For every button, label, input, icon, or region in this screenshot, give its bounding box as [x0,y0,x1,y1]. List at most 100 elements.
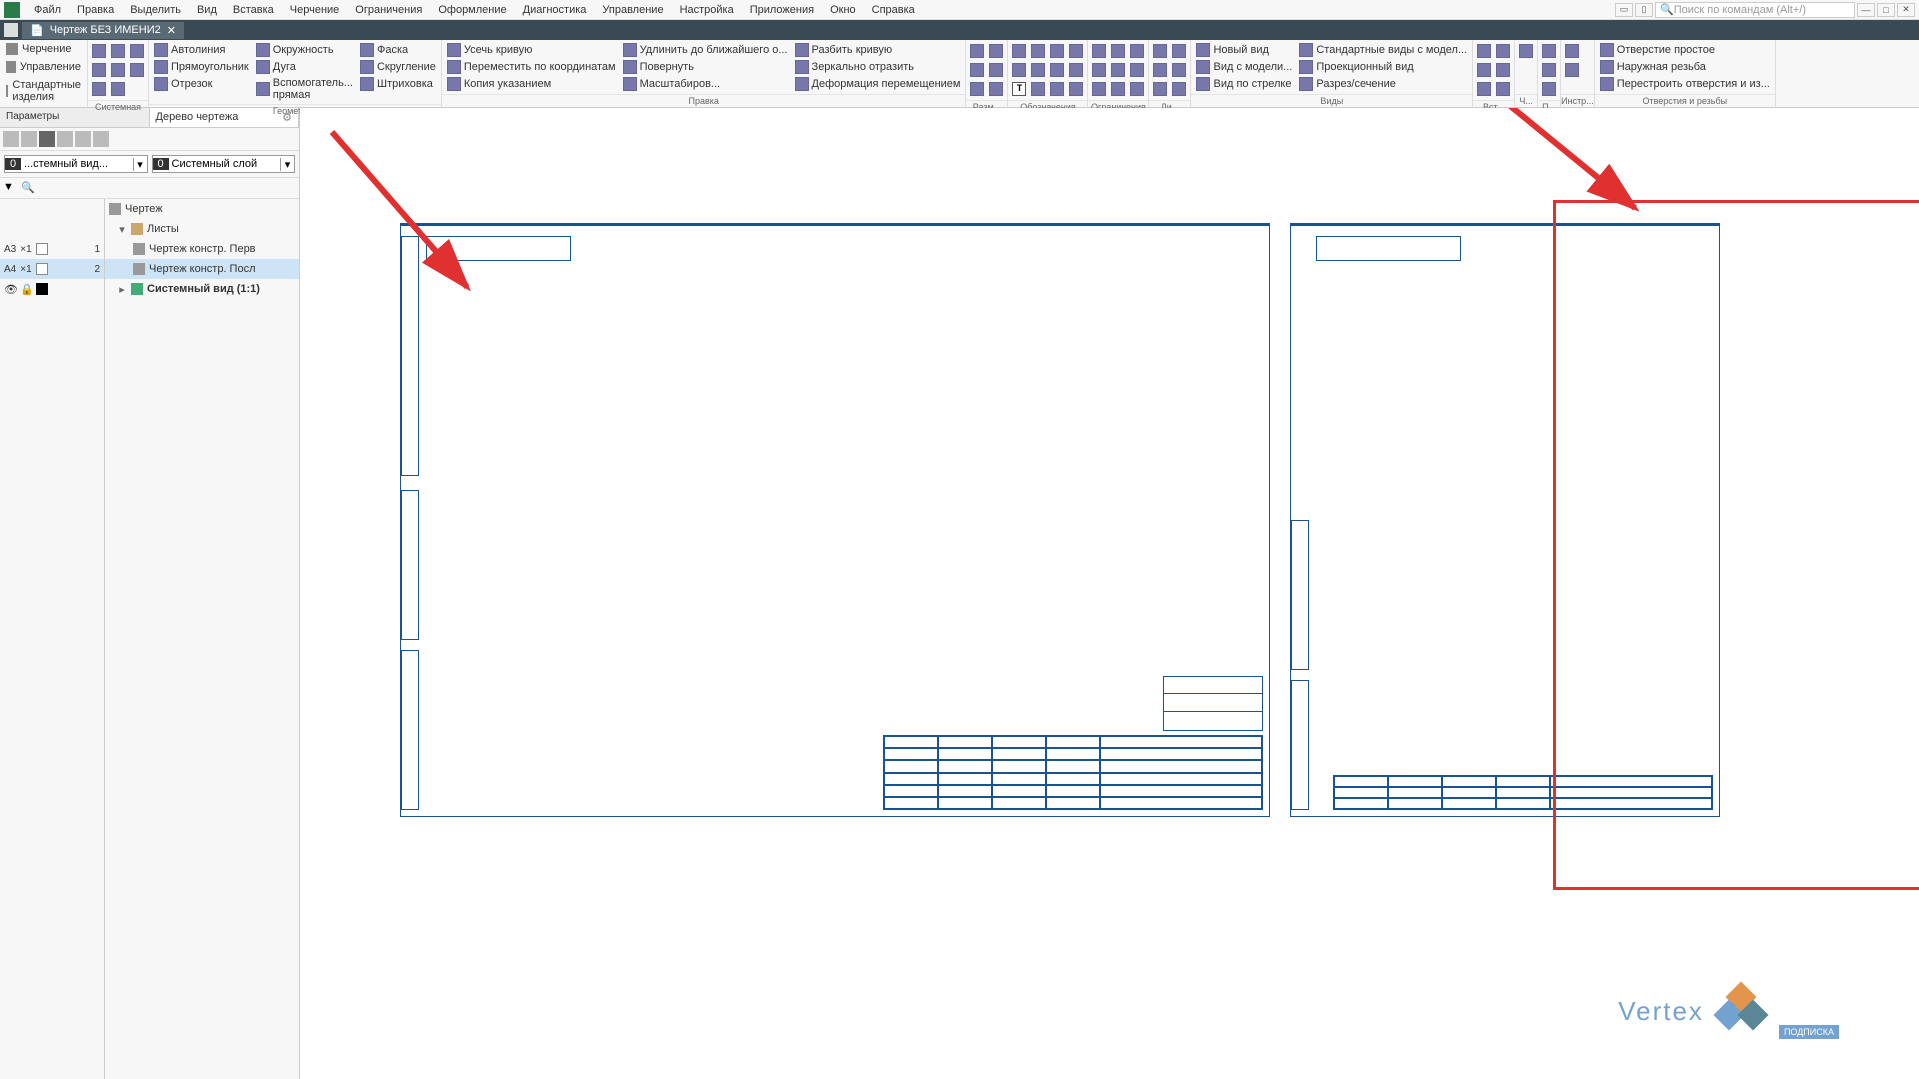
menu-diagnostics[interactable]: Диагностика [515,2,595,18]
collapse-icon[interactable]: ▾ [117,223,127,236]
ann8-button[interactable] [1067,42,1085,60]
a3-title-block[interactable] [883,735,1263,810]
con2-button[interactable] [1090,61,1108,79]
fillet-button[interactable]: Скругление [357,59,439,75]
newview-button[interactable]: Новый вид [1193,42,1295,58]
mode-stdparts[interactable]: Стандартные изделия [0,76,87,106]
color-swatch[interactable] [36,283,48,295]
menu-manage[interactable]: Управление [594,2,671,18]
p2-button[interactable] [1540,61,1558,79]
modelview-button[interactable]: Вид с модели... [1193,59,1295,75]
expand-icon[interactable]: ▸ [117,283,127,296]
con7-button[interactable] [1128,42,1146,60]
ins3-button[interactable] [1475,80,1493,98]
menu-settings[interactable]: Настройка [672,2,742,18]
orientation-checkbox[interactable] [36,263,48,275]
lock-icon[interactable]: 🔒 [20,283,32,295]
save-button[interactable] [109,42,127,60]
dim6-button[interactable] [987,80,1005,98]
tool1-button[interactable] [1563,42,1581,60]
dim3-button[interactable] [968,80,986,98]
menu-insert[interactable]: Вставка [225,2,282,18]
redo-button[interactable] [109,80,127,98]
con8-button[interactable] [1128,61,1146,79]
diag1-button[interactable] [1151,42,1169,60]
menu-window[interactable]: Окно [822,2,864,18]
layout-icon-1[interactable]: ▭ [1615,3,1633,17]
diag2-button[interactable] [1151,61,1169,79]
tool2-button[interactable] [1563,61,1581,79]
open-button[interactable] [90,61,108,79]
diag5-button[interactable] [1170,61,1188,79]
hatch-button[interactable]: Штриховка [357,76,439,92]
hole-simple-button[interactable]: Отверстие простое [1597,42,1773,58]
dim4-button[interactable] [987,42,1005,60]
new-button[interactable] [90,42,108,60]
tree-tool4-icon[interactable] [57,131,73,147]
con9-button[interactable] [1128,80,1146,98]
orientation-checkbox[interactable] [36,243,48,255]
con3-button[interactable] [1090,80,1108,98]
tree-tool2-icon[interactable] [21,131,37,147]
ins1-button[interactable] [1475,42,1493,60]
con4-button[interactable] [1109,42,1127,60]
p1-button[interactable] [1540,42,1558,60]
ch1-button[interactable] [1517,42,1535,60]
scale-button[interactable]: Масштабиров... [620,76,791,92]
extend-button[interactable]: Удлинить до ближайшего о... [620,42,791,58]
tree-sysview[interactable]: ▸ Системный вид (1:1) [105,279,299,299]
thread-ext-button[interactable]: Наружная резьба [1597,59,1773,75]
section-button[interactable]: Разрез/сечение [1296,76,1470,92]
mode-drawing[interactable]: Черчение [0,40,87,58]
menu-apps[interactable]: Приложения [742,2,822,18]
menu-drawing[interactable]: Черчение [282,2,348,18]
print-button[interactable] [109,61,127,79]
auxline-button[interactable]: Вспомогатель...прямая [253,76,356,102]
dim1-button[interactable] [968,42,986,60]
search-tree-icon[interactable]: 🔍 [21,181,35,195]
arc-button[interactable]: Дуга [253,59,356,75]
copy-button[interactable]: Копия указанием [444,76,619,92]
autoline-button[interactable]: Автолиния [151,42,252,58]
tree-sheets[interactable]: ▾ Листы [105,219,299,239]
ann6-button[interactable] [1048,61,1066,79]
command-search-input[interactable]: 🔍 Поиск по командам (Alt+/) [1655,2,1855,18]
menu-help[interactable]: Справка [864,2,923,18]
tree-sheet1[interactable]: Чертеж констр. Перв [105,239,299,259]
projview-button[interactable]: Проекционный вид [1296,59,1470,75]
diag6-button[interactable] [1170,80,1188,98]
rectangle-button[interactable]: Прямоугольник [151,59,252,75]
tree-tool3-icon[interactable] [39,131,55,147]
filter-icon[interactable]: ▼ [3,181,17,195]
text-button[interactable]: T [1010,80,1028,98]
tab-close-icon[interactable]: ✕ [167,24,176,37]
ins2-button[interactable] [1475,61,1493,79]
view-select[interactable]: 0 ...стемный вид... ▾ [4,155,148,173]
tree-tool6-icon[interactable] [93,131,109,147]
menu-view[interactable]: Вид [189,2,225,18]
circle-button[interactable]: Окружность [253,42,356,58]
ann2-button[interactable] [1010,61,1028,79]
deform-button[interactable]: Деформация перемещением [792,76,964,92]
eye-icon[interactable]: 👁 [4,283,16,295]
sheet-a3[interactable] [400,223,1270,817]
undo-button[interactable] [90,80,108,98]
tree-sheet2[interactable]: Чертеж констр. Посл [105,259,299,279]
menu-edit[interactable]: Правка [69,2,122,18]
ann4-button[interactable] [1029,61,1047,79]
ann5-button[interactable] [1048,42,1066,60]
rotate-button[interactable]: Повернуть [620,59,791,75]
mode-manage[interactable]: Управление [0,58,87,76]
ann10-button[interactable] [1067,80,1085,98]
p3-button[interactable] [1540,80,1558,98]
con6-button[interactable] [1109,80,1127,98]
ann9-button[interactable] [1067,61,1085,79]
ins5-button[interactable] [1494,61,1512,79]
document-tab[interactable]: 📄 Чертеж БЕЗ ИМЕНИ2 ✕ [22,22,184,39]
tree-root[interactable]: Чертеж [105,199,299,219]
mirror-button[interactable]: Зеркально отразить [792,59,964,75]
menu-file[interactable]: Файл [26,2,69,18]
minimize-button[interactable]: — [1857,3,1875,17]
break-button[interactable]: Разбить кривую [792,42,964,58]
preview-button[interactable] [128,61,146,79]
